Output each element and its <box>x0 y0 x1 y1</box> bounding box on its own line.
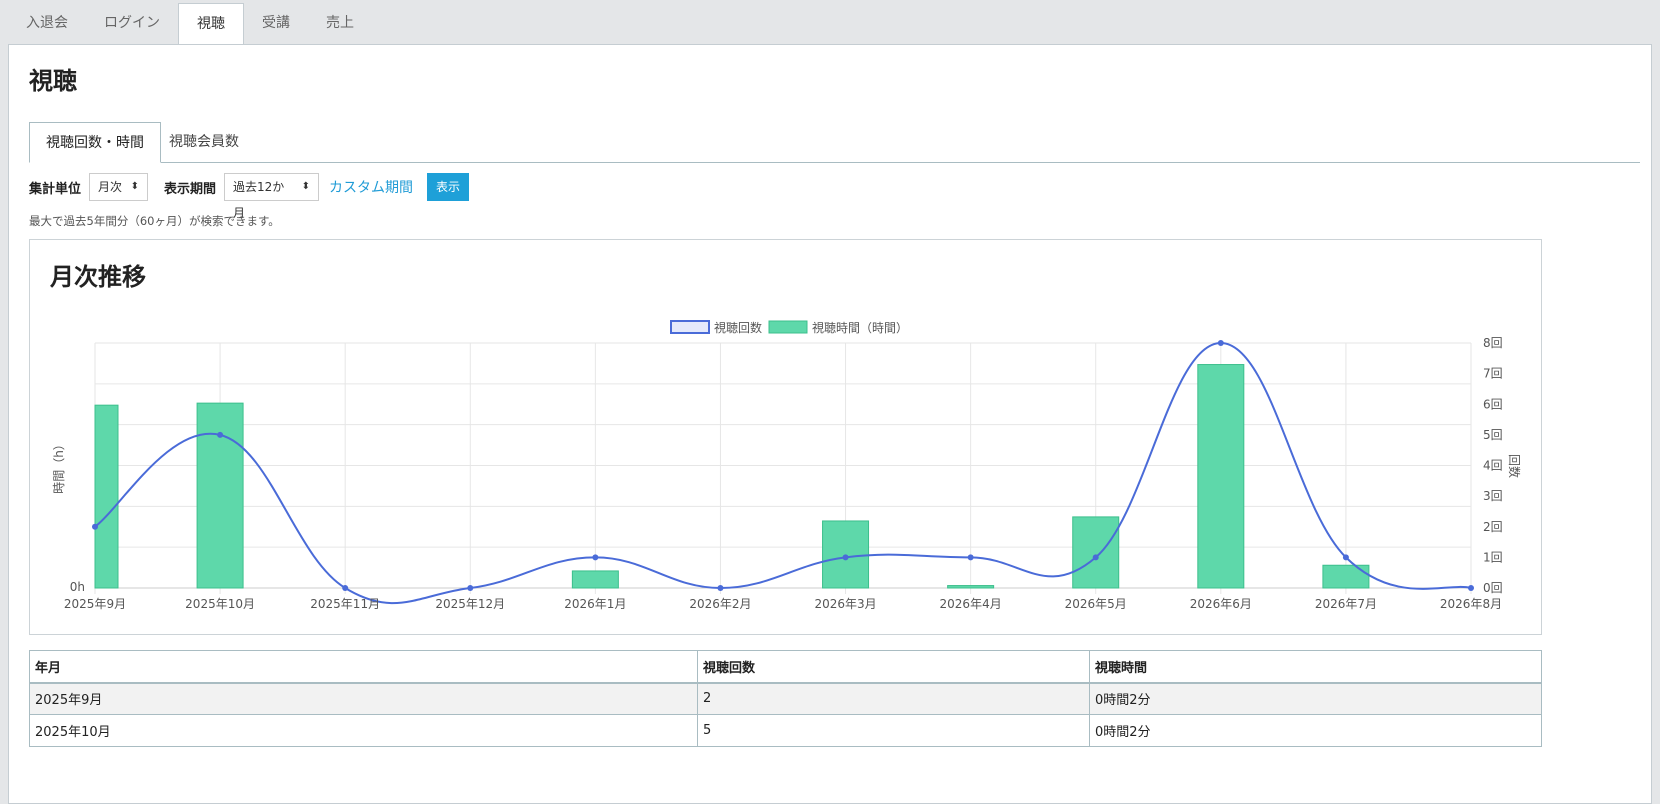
x-tick-label: 2026年3月 <box>814 597 876 611</box>
table-cell: 0時間2分 <box>1089 682 1542 715</box>
table-cell: 5 <box>697 714 1090 747</box>
y-right-tick-label: 1回 <box>1483 550 1503 564</box>
y-right-tick-label: 0回 <box>1483 581 1503 595</box>
x-tick-label: 2026年1月 <box>564 597 626 611</box>
y-right-tick-label: 8回 <box>1483 336 1503 350</box>
y-right-tick-label: 7回 <box>1483 367 1503 381</box>
sort-arrows-icon: ⬍ <box>130 181 140 192</box>
y-right-tick-label: 2回 <box>1483 520 1503 534</box>
bar <box>196 402 244 589</box>
data-point <box>1092 554 1099 561</box>
data-point <box>967 554 974 561</box>
x-tick-label: 2026年8月 <box>1440 597 1502 611</box>
y-right-tick-label: 4回 <box>1483 459 1503 473</box>
x-tick-label: 2026年2月 <box>689 597 751 611</box>
legend-label: 視聴時間（時間） <box>812 320 908 335</box>
subtab-viewing-members[interactable]: 視聴会員数 <box>153 122 255 162</box>
x-tick-label: 2025年11月 <box>310 597 380 611</box>
x-tick-label: 2026年5月 <box>1065 597 1127 611</box>
y-right-axis-title: 回数 <box>1507 454 1522 478</box>
legend-swatch-count <box>670 320 710 334</box>
table-header: 年月 <box>29 650 698 684</box>
x-tick-label: 2026年7月 <box>1315 597 1377 611</box>
custom-period-link[interactable]: カスタム期間 <box>329 177 413 197</box>
x-tick-label: 2025年12月 <box>435 597 505 611</box>
tab-login[interactable]: ログイン <box>86 3 178 44</box>
data-point <box>592 554 599 561</box>
data-table: 年月 視聴回数 視聴時間 2025年9月 2 0時間2分 2025年10月 5 … <box>29 650 1542 747</box>
legend-swatch-time <box>768 320 808 334</box>
top-nav: 入退会 ログイン 視聴 受講 売上 <box>8 3 372 46</box>
y-right-tick-label: 5回 <box>1483 428 1503 442</box>
data-point <box>842 554 849 561</box>
series-line <box>94 341 1472 605</box>
chart-box: 月次推移 2025年9月 2025年10月 2025年11月 2025年12月 2026… <box>29 239 1542 635</box>
subtab-views-time[interactable]: 視聴回数・時間 <box>29 122 161 163</box>
unit-label: 集計単位 <box>29 181 82 197</box>
main-panel: 視聴 視聴回数・時間 視聴会員数 集計単位 月次 ⬍ 表示期間 過去12か月 ⬍… <box>8 44 1652 804</box>
data-point <box>217 431 224 438</box>
legend-label: 視聴回数 <box>714 320 762 335</box>
bar <box>1322 564 1370 589</box>
bar <box>947 585 995 589</box>
table-cell: 2025年10月 <box>29 714 698 747</box>
table-cell: 2025年9月 <box>29 682 698 715</box>
search-note: 最大で過去5年間分（60ヶ月）が検索できます。 <box>29 214 280 228</box>
data-point <box>1217 340 1224 346</box>
bar <box>1072 516 1120 589</box>
y-left-tick-label: 0h <box>70 580 85 594</box>
show-button[interactable]: 表示 <box>427 173 470 201</box>
bar <box>94 404 119 589</box>
table-cell: 0時間2分 <box>1089 714 1542 747</box>
period-label: 表示期間 <box>164 181 217 197</box>
subtabs: 視聴回数・時間 視聴会員数 <box>29 122 1640 163</box>
x-tick-label: 2025年10月 <box>185 597 255 611</box>
tab-membership[interactable]: 入退会 <box>8 3 86 44</box>
table-header: 視聴時間 <box>1089 650 1542 684</box>
table-row: 2025年10月 5 0時間2分 <box>29 714 1542 747</box>
period-select[interactable]: 過去12か月 ⬍ <box>224 173 320 220</box>
bar <box>571 570 619 589</box>
data-point <box>1468 585 1474 591</box>
table-header-row: 年月 視聴回数 視聴時間 <box>29 650 1542 684</box>
x-tick-label: 2025年9月 <box>64 597 126 611</box>
data-point <box>717 585 724 591</box>
data-point <box>1342 554 1349 561</box>
data-point <box>467 585 474 591</box>
y-left-axis-title: 時間（h） <box>52 438 66 494</box>
page-title: 視聴 <box>29 67 77 95</box>
unit-select[interactable]: 月次 ⬍ <box>89 173 149 201</box>
tab-courses[interactable]: 受講 <box>244 3 308 44</box>
x-tick-label: 2026年6月 <box>1190 597 1252 611</box>
tab-sales[interactable]: 売上 <box>308 3 372 44</box>
table-cell: 2 <box>697 682 1090 715</box>
y-right-tick-label: 6回 <box>1483 397 1503 411</box>
tab-viewing[interactable]: 視聴 <box>178 3 244 46</box>
table-header: 視聴回数 <box>697 650 1090 684</box>
y-right-tick-label: 3回 <box>1483 489 1503 503</box>
data-point <box>342 585 349 591</box>
table-row: 2025年9月 2 0時間2分 <box>29 682 1542 715</box>
filter-controls: 集計単位 月次 ⬍ 表示期間 過去12か月 ⬍ カスタム期間 表示 <box>29 173 470 220</box>
sort-arrows-icon: ⬍ <box>301 181 311 192</box>
bar <box>1197 364 1245 589</box>
monthly-trend-chart: 2025年9月 2025年10月 2025年11月 2025年12月 2026年1月 20… <box>52 320 1522 611</box>
data-point <box>92 523 98 530</box>
x-tick-label: 2026年4月 <box>940 597 1002 611</box>
unit-select-value: 月次 <box>98 180 123 194</box>
